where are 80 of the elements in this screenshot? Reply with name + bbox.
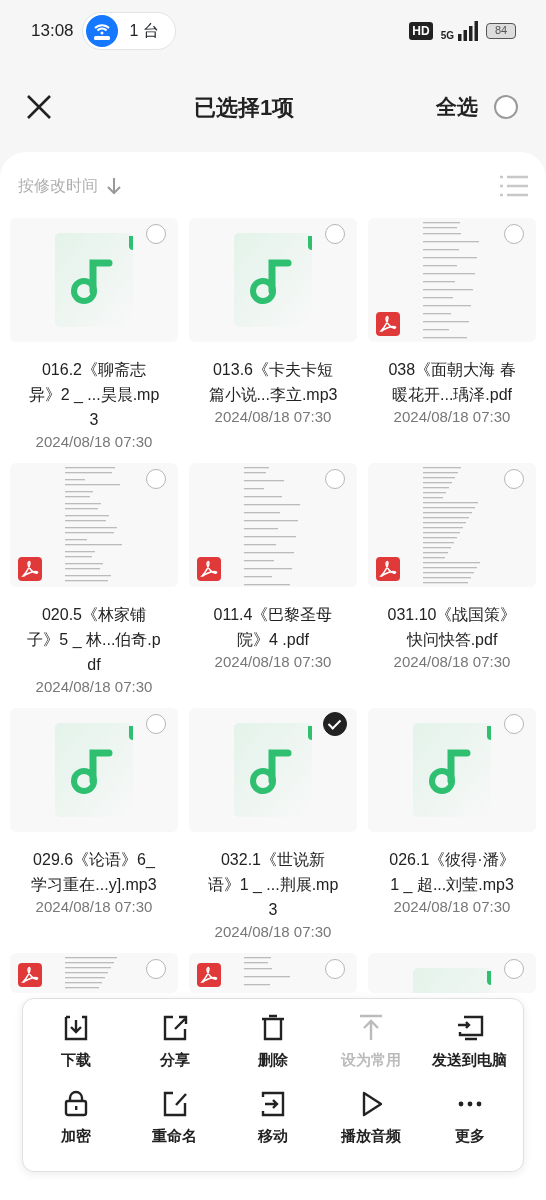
signal-icon: [458, 21, 478, 41]
file-thumbnail[interactable]: [189, 708, 357, 832]
pdf-badge-icon: [376, 557, 400, 581]
select-checkbox[interactable]: [146, 469, 166, 489]
file-name: 038《面朝大海 春暖花开...瑀泽.pdf: [387, 360, 517, 405]
hotspot-icon: [85, 15, 118, 47]
file-date: 2024/08/18 07:30: [392, 407, 512, 427]
file-date: 2024/08/18 07:30: [213, 652, 333, 672]
file-name: 026.1《彼得·潘》1 _ 超...刘莹.mp3: [388, 850, 516, 895]
select-checkbox[interactable]: [325, 224, 345, 244]
file-thumbnail[interactable]: [10, 953, 178, 993]
file-thumbnail[interactable]: [368, 708, 536, 832]
pdf-badge-icon: [197, 557, 221, 581]
file-name: 032.1《世说新语》1 _ ...荆展.mp3: [206, 850, 340, 920]
file-thumbnail[interactable]: [368, 218, 536, 342]
file-thumbnail[interactable]: [189, 463, 357, 587]
action-button[interactable]: 加密: [27, 1085, 126, 1161]
file-thumbnail[interactable]: [368, 953, 536, 993]
music-file-icon: [413, 723, 491, 817]
file-thumbnail[interactable]: [189, 218, 357, 342]
select-checkbox[interactable]: [146, 224, 166, 244]
sort-down-icon[interactable]: [106, 177, 122, 195]
action-button[interactable]: 重命名: [125, 1085, 224, 1161]
pdf-badge-icon: [18, 557, 42, 581]
music-file-icon: [413, 968, 491, 993]
select-checkbox[interactable]: [504, 224, 524, 244]
file-name: 029.6《论语》6_学习重在...y].mp3: [30, 850, 158, 895]
action-button[interactable]: 发送到电脑: [420, 1009, 519, 1085]
file-date: 2024/08/18 07:30: [34, 897, 154, 917]
page-title: 已选择1项: [193, 93, 295, 122]
file-name: 013.6《卡夫卡短篇小说...李立.mp3: [207, 360, 339, 405]
file-date: 2024/08/18 07:30: [392, 652, 512, 672]
action-button[interactable]: 下载: [27, 1009, 126, 1085]
action-button[interactable]: 播放音频: [322, 1085, 421, 1161]
select-checkbox[interactable]: [146, 959, 166, 979]
file-thumbnail[interactable]: [10, 463, 178, 587]
file-thumbnail[interactable]: [189, 953, 357, 993]
file-thumbnail[interactable]: [10, 218, 178, 342]
close-icon: [26, 94, 52, 120]
file-date: 2024/08/18 07:30: [213, 407, 333, 427]
hd-indicator: HD: [409, 22, 433, 40]
file-name: 020.5《林家铺子》5 _ 林...伯奇.pdf: [27, 605, 161, 675]
music-file-icon: [55, 723, 133, 817]
move-icon: [259, 1089, 287, 1119]
select-all-checkbox[interactable]: [494, 95, 518, 119]
select-checkbox[interactable]: [504, 959, 524, 979]
select-checkbox[interactable]: [325, 959, 345, 979]
file-date: 2024/08/18 07:30: [34, 677, 154, 697]
action-button[interactable]: 更多: [420, 1085, 519, 1161]
music-file-icon: [234, 233, 312, 327]
file-name: 011.4《巴黎圣母院》4 .pdf: [212, 605, 334, 650]
file-date: 2024/08/18 07:30: [392, 897, 512, 917]
trash-icon: [259, 1013, 287, 1043]
file-thumbnail[interactable]: [10, 708, 178, 832]
action-button[interactable]: 移动: [223, 1085, 323, 1161]
file-name: 016.2《聊斋志异》2 _ ...昊晨.mp3: [27, 360, 161, 430]
file-date: 2024/08/18 07:30: [213, 922, 333, 942]
select-checkbox[interactable]: [504, 469, 524, 489]
music-file-icon: [55, 233, 133, 327]
battery-indicator: 84: [486, 23, 516, 39]
select-checkbox[interactable]: [323, 712, 347, 736]
network-type: 5G: [440, 31, 454, 41]
pdf-badge-icon: [376, 312, 400, 336]
action-button[interactable]: 删除: [223, 1009, 323, 1085]
close-button[interactable]: [26, 94, 52, 120]
music-file-icon: [234, 723, 312, 817]
hotspot-pill[interactable]: 1 台: [81, 12, 176, 50]
select-checkbox[interactable]: [504, 714, 524, 734]
list-view-icon[interactable]: [500, 175, 528, 197]
pdf-badge-icon: [18, 963, 42, 987]
select-checkbox[interactable]: [146, 714, 166, 734]
select-checkbox[interactable]: [325, 469, 345, 489]
file-thumbnail[interactable]: [368, 463, 536, 587]
time-text: 13:08: [31, 20, 74, 43]
file-name: 031.10《战国策》快问快答.pdf: [386, 605, 518, 650]
select-all-label[interactable]: 全选: [436, 91, 478, 123]
computer-icon: [455, 1013, 484, 1043]
pdf-badge-icon: [197, 963, 221, 987]
action-button[interactable]: 分享: [125, 1009, 224, 1085]
file-date: 2024/08/18 07:30: [34, 432, 154, 452]
